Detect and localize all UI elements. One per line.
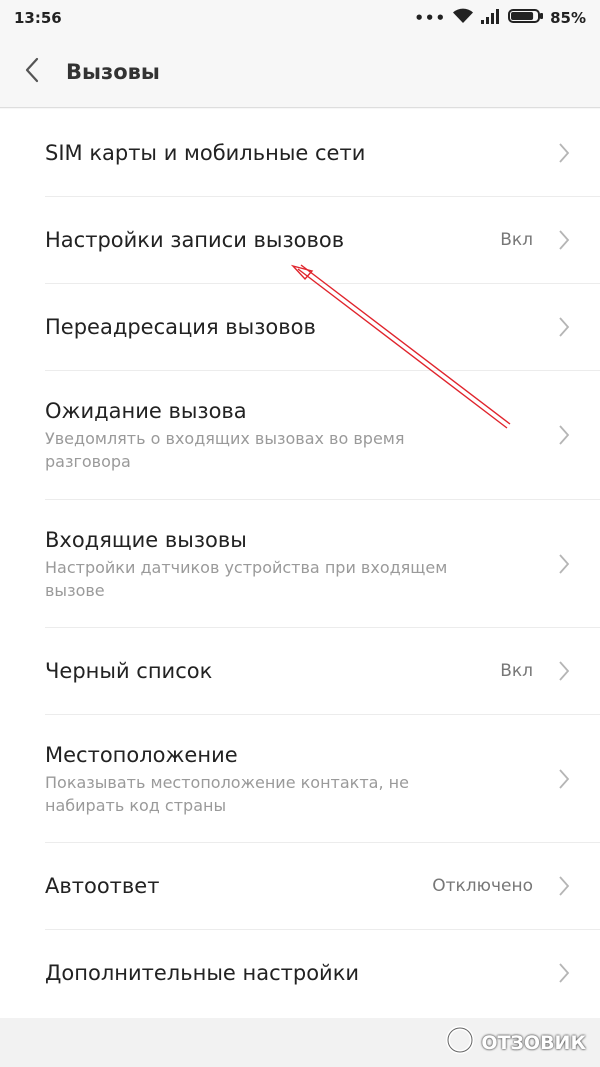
wifi-icon xyxy=(452,8,474,28)
item-title: Дополнительные настройки xyxy=(45,961,360,985)
battery-icon xyxy=(508,8,544,28)
chevron-right-icon xyxy=(558,371,570,499)
settings-item-call-forwarding[interactable]: Переадресация вызовов xyxy=(0,284,600,370)
settings-item-call-waiting[interactable]: Ожидание вызова Уведомлять о входящих вы… xyxy=(0,371,600,499)
chevron-right-icon xyxy=(558,284,570,370)
page-title: Вызовы xyxy=(66,59,160,84)
settings-item-blacklist[interactable]: Черный список Вкл xyxy=(0,628,600,714)
item-title: Ожидание вызова xyxy=(45,399,247,423)
settings-item-call-recording[interactable]: Настройки записи вызовов Вкл xyxy=(0,197,600,283)
item-title: Переадресация вызовов xyxy=(45,315,316,339)
chevron-right-icon xyxy=(558,628,570,714)
chevron-right-icon xyxy=(558,715,570,843)
item-value: Вкл xyxy=(500,230,533,250)
item-title: SIM карты и мобильные сети xyxy=(45,140,366,165)
item-title: Входящие вызовы xyxy=(45,528,247,552)
item-subtitle: Настройки датчиков устройства при входящ… xyxy=(45,558,448,600)
item-title: Настройки записи вызовов xyxy=(45,228,345,252)
status-bar: 13:56 ••• 85% xyxy=(0,0,600,36)
item-subtitle: Показывать местоположение контакта, не н… xyxy=(45,773,409,815)
signal-icon xyxy=(480,8,502,28)
notification-dots: ••• xyxy=(414,9,447,27)
item-subtitle: Уведомлять о входящих вызовах во время р… xyxy=(45,429,405,471)
watermark-logo: ОТЗОВИК xyxy=(445,1018,586,1067)
watermark-icon xyxy=(445,1025,475,1060)
settings-item-incoming-calls[interactable]: Входящие вызовы Настройки датчиков устро… xyxy=(0,500,600,628)
item-title: Черный список xyxy=(45,659,213,683)
battery-percent: 85% xyxy=(550,9,586,27)
settings-item-sim-cards[interactable]: SIM карты и мобильные сети xyxy=(0,109,600,196)
battery-fill xyxy=(511,12,534,20)
settings-list: SIM карты и мобильные сети Настройки зап… xyxy=(0,109,600,1018)
status-icons: ••• 85% xyxy=(414,8,586,28)
chevron-right-icon xyxy=(558,500,570,628)
settings-item-autoanswer[interactable]: Автоответ Отключено xyxy=(0,843,600,929)
settings-item-advanced[interactable]: Дополнительные настройки xyxy=(0,930,600,1016)
chevron-right-icon xyxy=(558,930,570,1016)
chevron-right-icon xyxy=(558,843,570,929)
watermark-text: ОТЗОВИК xyxy=(481,1031,586,1054)
chevron-right-icon xyxy=(558,197,570,283)
back-button[interactable] xyxy=(0,36,64,108)
status-time: 13:56 xyxy=(14,9,62,27)
item-value: Вкл xyxy=(500,661,533,681)
chevron-left-icon xyxy=(24,57,40,87)
app-header: Вызовы xyxy=(0,36,600,108)
item-title: Автоответ xyxy=(45,874,160,898)
item-title: Местоположение xyxy=(45,743,238,767)
chevron-right-icon xyxy=(558,109,570,196)
settings-item-location[interactable]: Местоположение Показывать местоположение… xyxy=(0,715,600,843)
item-value: Отключено xyxy=(432,876,533,896)
